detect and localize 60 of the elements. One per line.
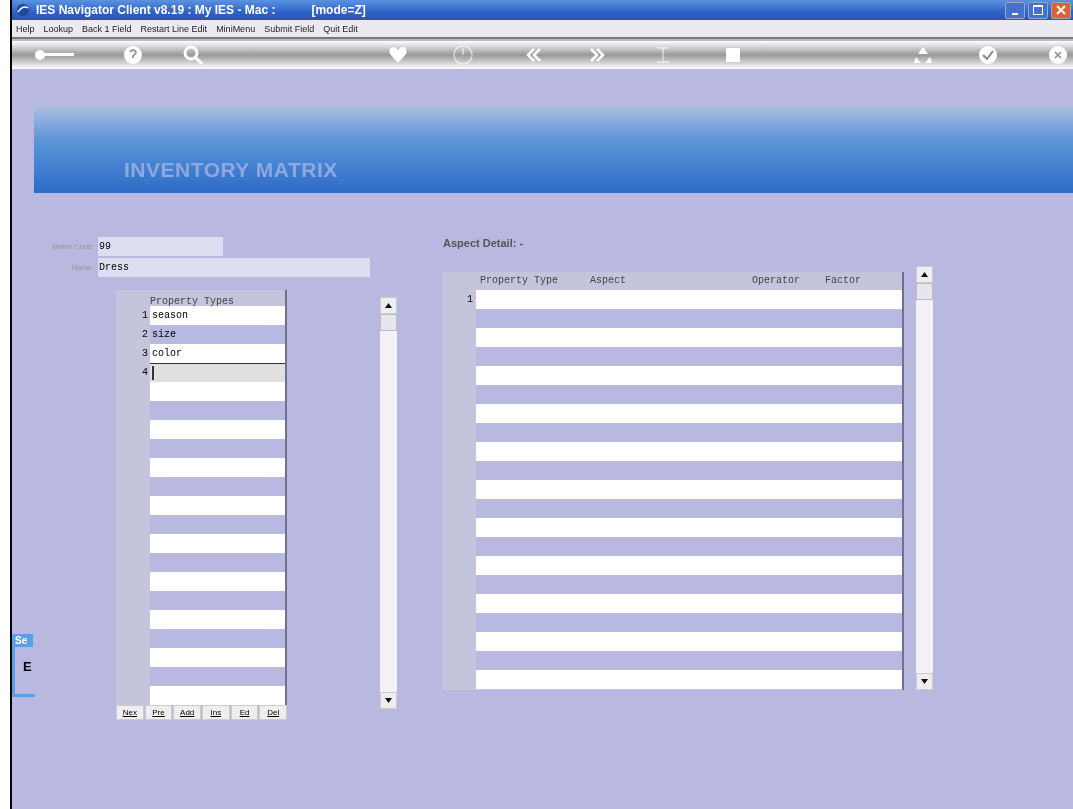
- row-number: 3: [141, 347, 149, 361]
- table-action-button[interactable]: Pre: [144, 705, 173, 720]
- help-icon[interactable]: [122, 44, 144, 66]
- minimize-icon: [1012, 13, 1018, 15]
- panel-text: E: [23, 659, 33, 674]
- input-field[interactable]: Dress: [98, 258, 370, 277]
- close-button[interactable]: [1051, 1, 1071, 19]
- table-cell: color: [150, 344, 285, 363]
- banner-title: INVENTORY MATRIX: [124, 158, 338, 182]
- row-number: 2: [141, 328, 149, 342]
- scrollbar[interactable]: [380, 297, 397, 709]
- row-number: 1: [141, 309, 149, 323]
- maximize-icon: [1033, 5, 1043, 15]
- field-label: Name: [70, 263, 93, 272]
- up-arrow-icon: [385, 303, 392, 308]
- column-header: Property Types: [150, 296, 234, 307]
- scroll-down-button[interactable]: [916, 673, 933, 690]
- menu-item[interactable]: Lookup: [43, 23, 74, 34]
- menu-item[interactable]: MiniMenu: [216, 23, 256, 34]
- input-field[interactable]: 99: [98, 237, 223, 256]
- menu-item[interactable]: Submit Field: [264, 23, 315, 34]
- minimize-button[interactable]: [1005, 1, 1025, 19]
- section-title: Aspect Detail: -: [442, 237, 525, 249]
- table-cell: size: [150, 325, 285, 344]
- close-icon: [1056, 5, 1066, 15]
- scroll-up-button[interactable]: [916, 266, 933, 283]
- scroll-thumb[interactable]: [916, 283, 933, 300]
- scroll-thumb[interactable]: [380, 314, 397, 331]
- table-action-button[interactable]: Del: [259, 705, 288, 720]
- column-header: Operator: [752, 275, 800, 286]
- down-arrow-icon: [385, 698, 392, 703]
- field-label: Matrix Code: [51, 242, 93, 251]
- table-cell[interactable]: [150, 363, 285, 382]
- column-header: Property Type: [480, 275, 558, 286]
- window-title: IES Navigator Client v8.19 : My IES - Mac :: [36, 3, 276, 17]
- scrollbar[interactable]: [916, 266, 933, 690]
- down-arrow-icon: [921, 679, 928, 684]
- menu-item[interactable]: Help: [16, 23, 35, 34]
- menu-item[interactable]: Quit Edit: [323, 23, 358, 34]
- table-action-button[interactable]: Ins: [202, 705, 230, 720]
- scroll-down-button[interactable]: [380, 692, 397, 709]
- maximize-button[interactable]: [1028, 1, 1048, 19]
- column-header: Factor: [825, 275, 861, 286]
- scroll-up-button[interactable]: [380, 297, 397, 314]
- globe-icon: [16, 3, 30, 17]
- search-icon[interactable]: [182, 44, 204, 66]
- table-action-button[interactable]: Ed: [230, 705, 259, 720]
- table-action-button[interactable]: Nex: [116, 705, 144, 720]
- row-number: 1: [466, 293, 474, 307]
- close-icon[interactable]: [1047, 44, 1069, 66]
- menu-item[interactable]: Back 1 Field: [82, 23, 132, 34]
- table-cell: season: [150, 306, 285, 325]
- mode-indicator: [mode=Z]: [311, 3, 366, 17]
- table-action-button[interactable]: Add: [173, 705, 201, 720]
- menu-item[interactable]: Restart Line Edit: [140, 23, 208, 34]
- row-number: 4: [141, 366, 149, 380]
- up-arrow-icon: [921, 272, 928, 277]
- column-header: Aspect: [590, 275, 626, 286]
- clock-icon[interactable]: [452, 44, 474, 66]
- check-icon[interactable]: [977, 44, 999, 66]
